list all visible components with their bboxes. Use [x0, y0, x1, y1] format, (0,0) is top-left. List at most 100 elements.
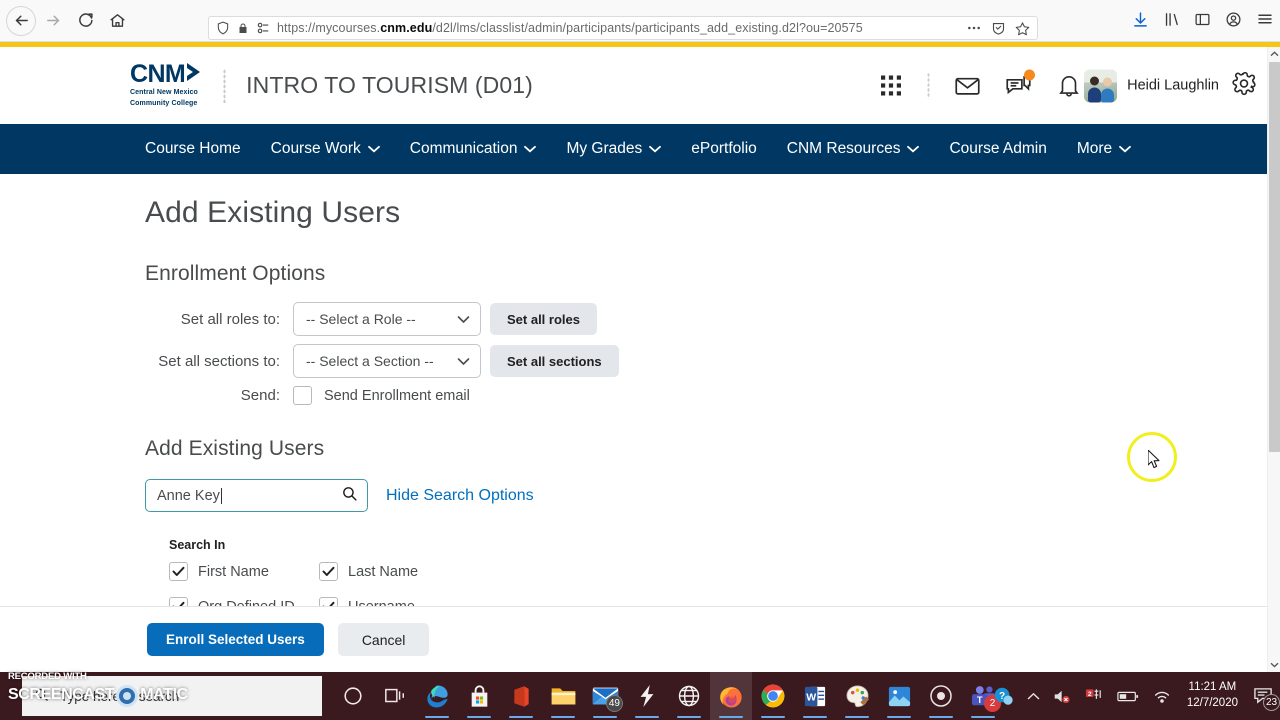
- back-arrow-icon[interactable]: [6, 5, 36, 36]
- first-name-label: First Name: [198, 563, 269, 580]
- user-profile[interactable]: Heidi Laughlin: [1084, 69, 1219, 102]
- forward-arrow-icon[interactable]: [38, 6, 68, 36]
- enroll-selected-users-button[interactable]: Enroll Selected Users: [147, 623, 324, 656]
- mouse-cursor: [1147, 449, 1162, 475]
- url-path: /d2l/lms/classlist/admin/participants/pa…: [432, 21, 863, 35]
- url-bar[interactable]: https://mycourses.cnm.edu/d2l/lms/classl…: [208, 16, 1038, 40]
- ellipsis-icon[interactable]: [966, 20, 982, 36]
- chevron-down-icon: [457, 311, 470, 327]
- chevron-down-icon: [524, 140, 537, 158]
- url-prefix: https://mycourses.: [277, 21, 381, 35]
- microsoft-store-icon[interactable]: [458, 672, 500, 720]
- set-all-roles-button[interactable]: Set all roles: [490, 303, 597, 335]
- speaker-muted-icon[interactable]: [1053, 688, 1072, 705]
- action-center-icon[interactable]: 23: [1253, 686, 1280, 711]
- nav-item-course-admin[interactable]: Course Admin: [934, 124, 1061, 174]
- send-email-row: Send: Send Enrollment email: [145, 386, 1267, 405]
- google-chrome-icon[interactable]: [752, 672, 794, 720]
- cancel-button[interactable]: Cancel: [337, 623, 430, 656]
- magnifier-icon[interactable]: [341, 485, 358, 507]
- role-select[interactable]: -- Select a Role --: [293, 302, 481, 336]
- permissions-icon[interactable]: [256, 21, 270, 35]
- nav-item-cnm-resources[interactable]: CNM Resources: [772, 124, 935, 174]
- app-grid-icon[interactable]: [879, 74, 903, 98]
- screencast-o-matic-icon[interactable]: [920, 672, 962, 720]
- search-input[interactable]: Anne Key: [145, 479, 368, 512]
- envelope-icon[interactable]: [954, 72, 981, 99]
- help-circle-icon[interactable]: ?: [992, 685, 1014, 707]
- file-explorer-icon[interactable]: [542, 672, 584, 720]
- reader-mode-icon[interactable]: [991, 21, 1006, 36]
- sidebar-icon[interactable]: [1194, 11, 1211, 33]
- download-icon[interactable]: [1132, 11, 1149, 33]
- page-scrollbar[interactable]: [1267, 47, 1280, 672]
- scrollbar-thumb[interactable]: [1269, 62, 1280, 452]
- microsoft-office-icon[interactable]: [500, 672, 542, 720]
- set-all-sections-button[interactable]: Set all sections: [490, 345, 619, 377]
- nav-label: ePortfolio: [691, 140, 757, 157]
- nav-item-eportfolio[interactable]: ePortfolio: [676, 124, 771, 174]
- search-in-group: Search In First Name Last Name Org Defin…: [145, 538, 1267, 616]
- home-icon[interactable]: [102, 6, 132, 36]
- main-content: Add Existing Users Enrollment Options Se…: [0, 174, 1267, 616]
- nav-item-course-home[interactable]: Course Home: [145, 124, 256, 174]
- site-header: CNM Central New Mexico Community College…: [0, 47, 1267, 124]
- chat-bubble-icon[interactable]: [1005, 69, 1035, 99]
- send-enrollment-email-checkbox[interactable]: [293, 386, 312, 405]
- cortana-circle-icon[interactable]: [332, 672, 374, 720]
- updates-icon[interactable]: 2: [1085, 687, 1104, 705]
- bell-icon[interactable]: [1056, 73, 1082, 99]
- chevron-down-icon: [649, 140, 662, 158]
- clock[interactable]: 11:21 AM 12/7/2020: [1187, 680, 1238, 711]
- nav-item-more[interactable]: More: [1062, 124, 1146, 174]
- course-navbar: Course Home Course Work Communication My…: [0, 124, 1267, 174]
- cnm-logo[interactable]: CNM Central New Mexico Community College: [130, 62, 201, 109]
- gear-icon[interactable]: [1231, 70, 1257, 101]
- url-text: https://mycourses.cnm.edu/d2l/lms/classl…: [277, 21, 959, 35]
- page-title: INTRO TO TOURISM (D01): [246, 72, 533, 98]
- search-in-last-name[interactable]: Last Name: [319, 562, 469, 581]
- chevron-down-icon: [1119, 140, 1132, 158]
- search-in-first-name[interactable]: First Name: [169, 562, 319, 581]
- nav-item-communication[interactable]: Communication: [395, 124, 552, 174]
- task-view-icon[interactable]: [374, 672, 416, 720]
- chevron-down-icon: [907, 140, 920, 158]
- scroll-up-icon[interactable]: [1268, 47, 1280, 61]
- nav-item-course-work[interactable]: Course Work: [256, 124, 395, 174]
- paint-icon[interactable]: [836, 672, 878, 720]
- system-tray: ? 2 11:21 AM 12/7/2020 23: [992, 680, 1280, 711]
- set-all-roles-label: Set all roles to:: [180, 310, 280, 328]
- reload-icon[interactable]: [70, 6, 100, 36]
- photos-icon[interactable]: [878, 672, 920, 720]
- wifi-icon[interactable]: [1152, 688, 1172, 704]
- internet-explorer-icon[interactable]: [668, 672, 710, 720]
- first-name-checkbox[interactable]: [169, 562, 188, 581]
- library-icon[interactable]: [1163, 11, 1180, 33]
- hide-search-options-link[interactable]: Hide Search Options: [386, 487, 534, 505]
- nav-item-my-grades[interactable]: My Grades: [551, 124, 676, 174]
- text-cursor: [220, 487, 222, 504]
- snagit-icon[interactable]: [626, 672, 668, 720]
- scroll-down-icon[interactable]: [1268, 658, 1280, 672]
- chevron-up-icon[interactable]: [1027, 692, 1040, 701]
- account-icon[interactable]: [1225, 11, 1242, 33]
- set-all-roles-row: Set all roles to: -- Select a Role -- Se…: [145, 302, 1267, 336]
- search-input-value: Anne Key: [157, 487, 220, 504]
- microsoft-edge-icon[interactable]: [416, 672, 458, 720]
- section-select[interactable]: -- Select a Section --: [293, 344, 481, 378]
- microsoft-word-icon[interactable]: W: [794, 672, 836, 720]
- screen: https://mycourses.cnm.edu/d2l/lms/classl…: [0, 0, 1280, 720]
- page-content: CNM Central New Mexico Community College…: [0, 47, 1267, 672]
- nav-label: My Grades: [566, 140, 643, 157]
- search-row: Anne Key Hide Search Options: [145, 479, 1267, 512]
- mail-icon[interactable]: 49: [584, 672, 626, 720]
- last-name-checkbox[interactable]: [319, 562, 338, 581]
- star-icon[interactable]: [1015, 21, 1030, 36]
- firefox-icon[interactable]: [710, 672, 752, 720]
- avatar[interactable]: [1084, 69, 1118, 102]
- logo-tagline-1: Central New Mexico: [130, 89, 198, 97]
- battery-icon[interactable]: [1117, 690, 1139, 703]
- svg-text:W: W: [806, 691, 816, 703]
- hamburger-menu-icon[interactable]: [1256, 10, 1274, 33]
- header-divider: [223, 68, 227, 103]
